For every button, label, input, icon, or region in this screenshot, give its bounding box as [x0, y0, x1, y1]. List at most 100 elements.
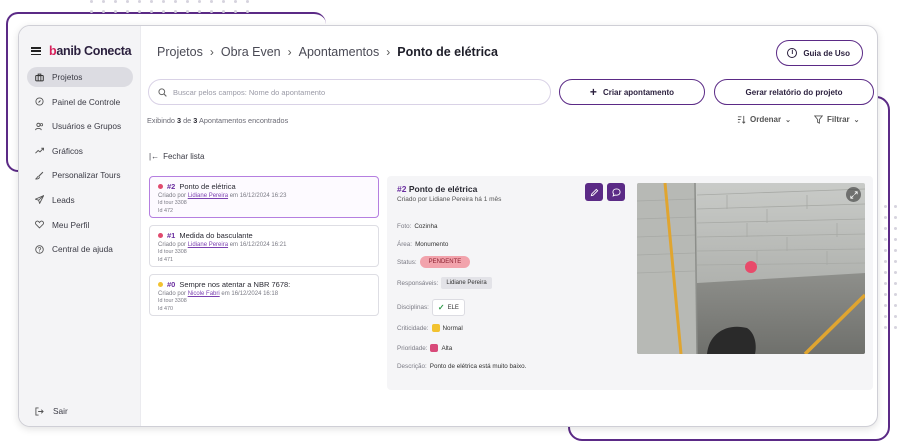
point-card-tour: Id tour 3308 — [158, 200, 187, 206]
sort-icon — [737, 115, 746, 124]
logo: banib Conecta — [49, 44, 132, 58]
status-badge: PENDENTE — [419, 256, 471, 268]
guide-button[interactable]: i Guia de Uso — [776, 40, 863, 66]
help-icon — [35, 244, 44, 254]
point-detail-panel: #2 Ponto de elétrica Criado por Lidiane … — [387, 176, 873, 390]
filter-label: Filtrar — [827, 115, 850, 124]
sidebar-item-label: Leads — [52, 194, 75, 205]
breadcrumb-apontamentos[interactable]: Apontamentos — [299, 45, 380, 59]
edit-button[interactable] — [585, 183, 603, 201]
expand-icon[interactable] — [846, 187, 861, 202]
photo-image — [637, 183, 865, 354]
menu-icon[interactable] — [31, 47, 41, 55]
sidebar-item-projetos[interactable]: Projetos — [27, 67, 133, 87]
close-list-button[interactable]: |← Fechar lista — [149, 152, 204, 161]
comment-button[interactable] — [607, 183, 625, 201]
sidebar-item-perfil[interactable]: Meu Perfil — [27, 215, 133, 235]
point-card-id: Id 471 — [158, 257, 173, 263]
brand: banib Conecta — [31, 44, 132, 58]
status-dot-icon — [158, 233, 163, 238]
brush-icon — [35, 171, 44, 180]
point-photo[interactable] — [637, 183, 865, 354]
result-count: Exibindo 3 de 3 Apontamentos encontrados — [147, 116, 289, 125]
sidebar-item-label: Meu Perfil — [52, 219, 90, 230]
screenshot-stage: banib Conecta Projetos Painel de Control… — [0, 0, 900, 442]
sidebar-item-label: Central de ajuda — [52, 244, 113, 255]
trend-icon — [35, 148, 44, 154]
decorative-dots-right — [884, 205, 897, 329]
create-point-label: Criar apontamento — [602, 87, 675, 97]
chevron-down-icon: ⌄ — [785, 116, 791, 124]
sidebar-item-label: Projetos — [52, 72, 83, 82]
check-icon: ✓ — [437, 303, 445, 312]
info-icon: i — [787, 48, 798, 58]
heart-icon — [35, 220, 44, 229]
sort-label: Ordenar — [750, 115, 782, 124]
field-responsaveis: Responsáveis: Lidiane Pereira — [397, 277, 492, 289]
sidebar-item-ajuda[interactable]: Central de ajuda — [27, 239, 133, 259]
decorative-dots-top — [90, 0, 249, 13]
point-card-title: #1 Medida do basculante — [158, 231, 370, 240]
sidebar: banib Conecta Projetos Painel de Control… — [19, 26, 141, 426]
sidebar-item-painel[interactable]: Painel de Controle — [27, 92, 133, 112]
field-status: Status: PENDENTE — [397, 256, 471, 268]
author-link[interactable]: Nicole Fabri — [188, 291, 220, 297]
paper-plane-icon — [35, 195, 44, 205]
point-card-meta: Criado por Lidiane Pereira em 16/12/2024… — [158, 193, 287, 199]
point-card-title: #2 Ponto de elétrica — [158, 182, 370, 191]
logout-icon — [35, 406, 44, 416]
sidebar-item-tours[interactable]: Personalizar Tours — [27, 165, 133, 185]
point-card-id: Id 472 — [158, 208, 173, 214]
field-prioridade: Prioridade: Alta — [397, 344, 453, 352]
briefcase-icon — [35, 73, 44, 81]
author-link[interactable]: Lidiane Pereira — [188, 242, 228, 248]
chevron-down-icon: ⌄ — [853, 116, 860, 124]
main-content: Projetos › Obra Even › Apontamentos › Po… — [141, 26, 877, 426]
status-dot-icon — [158, 184, 163, 189]
criticality-normal-icon — [431, 324, 440, 332]
point-card-tour: Id tour 3308 — [158, 298, 187, 304]
create-point-button[interactable]: + Criar apontamento — [559, 79, 705, 105]
sidebar-item-usuarios[interactable]: Usuários e Grupos — [27, 116, 133, 136]
point-card-0[interactable]: #0 Sempre nos atentar a NBR 7678: Criado… — [149, 274, 379, 316]
generate-report-label: Gerar relatório do projeto — [745, 87, 843, 97]
logout-button[interactable]: Sair — [35, 406, 68, 416]
filter-button[interactable]: Filtrar ⌄ — [814, 115, 860, 124]
point-card-2[interactable]: #2 Ponto de elétrica Criado por Lidiane … — [149, 176, 379, 218]
users-icon — [35, 122, 44, 130]
breadcrumb-projetos[interactable]: Projetos — [157, 45, 203, 59]
field-descricao: Descrição: Ponto de elétrica está muito b… — [397, 363, 527, 370]
chat-bubble-icon — [611, 187, 621, 197]
sort-button[interactable]: Ordenar ⌄ — [737, 115, 791, 124]
point-card-meta: Criado por Nicole Fabri em 16/12/2024 16… — [158, 291, 279, 297]
guide-button-label: Guia de Uso — [803, 48, 850, 58]
field-criticidade: Criticidade: Normal — [397, 324, 463, 332]
close-list-label: Fechar lista — [163, 152, 205, 161]
point-card-title: #0 Sempre nos atentar a NBR 7678: — [158, 280, 370, 289]
author-link[interactable]: Lidiane Pereira — [188, 193, 228, 199]
breadcrumb-obra[interactable]: Obra Even — [221, 45, 281, 59]
sidebar-item-leads[interactable]: Leads — [27, 190, 133, 210]
pencil-icon — [590, 188, 598, 196]
point-card-1[interactable]: #1 Medida do basculante Criado por Lidia… — [149, 225, 379, 267]
page-title: Ponto de elétrica — [397, 45, 498, 59]
chevron-right-icon: › — [209, 45, 214, 59]
sidebar-item-label: Usuários e Grupos — [52, 121, 122, 132]
discipline-tag: ✓ ELE — [431, 299, 465, 316]
point-card-tour: Id tour 3308 — [158, 249, 187, 255]
sidebar-item-label: Painel de Controle — [52, 96, 121, 107]
filter-icon — [814, 115, 823, 124]
compass-icon — [35, 97, 44, 106]
chevron-right-icon: › — [386, 45, 391, 59]
field-disciplinas: Disciplinas: ✓ ELE — [397, 299, 465, 316]
chevron-right-icon: › — [287, 45, 292, 59]
search-input[interactable] — [173, 87, 533, 97]
generate-report-button[interactable]: Gerar relatório do projeto — [714, 79, 874, 105]
sidebar-nav: Projetos Painel de Controle Usuários e G… — [27, 67, 133, 264]
point-card-id: Id 470 — [158, 306, 173, 312]
sidebar-item-graficos[interactable]: Gráficos — [27, 141, 133, 161]
search-icon — [158, 87, 167, 97]
search-bar — [148, 79, 551, 105]
point-card-meta: Criado por Lidiane Pereira em 16/12/2024… — [158, 242, 287, 248]
detail-title: #2 Ponto de elétrica — [397, 184, 478, 194]
